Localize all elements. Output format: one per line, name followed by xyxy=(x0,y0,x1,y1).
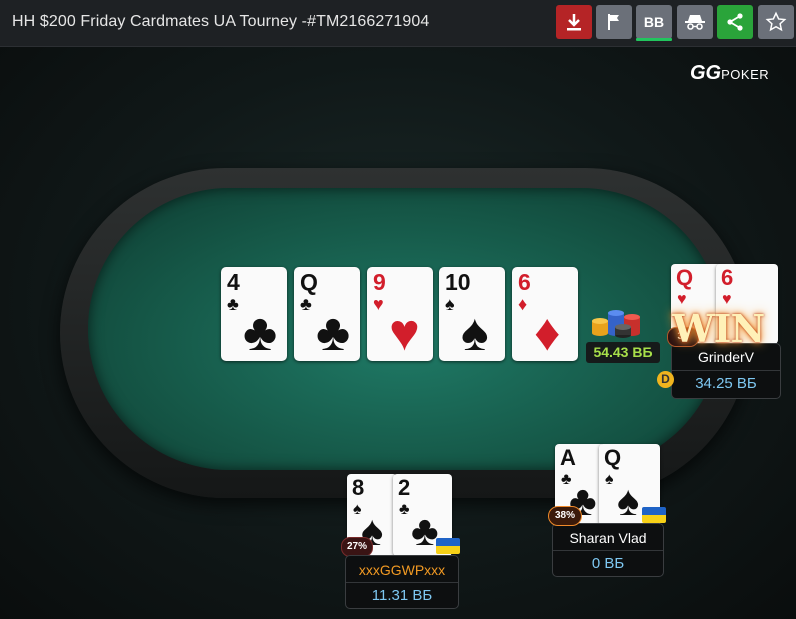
diamond-icon: ♦ xyxy=(518,294,528,314)
player-stack: 0 ВБ xyxy=(591,555,625,572)
dealer-button: D xyxy=(657,371,674,388)
share-icon xyxy=(725,12,745,32)
tournament-title: HH $200 Friday Cardmates UA Tourney -#TM… xyxy=(12,13,430,30)
player-name: GrinderV xyxy=(697,349,755,365)
player-name: Sharan Vlad xyxy=(569,530,647,546)
divider xyxy=(553,550,663,551)
divider xyxy=(346,582,458,583)
star-icon xyxy=(765,11,787,33)
divider xyxy=(672,370,780,371)
club-icon: ♣ xyxy=(243,304,278,362)
pot-amount: 54.43 ВБ xyxy=(586,342,660,363)
header-bar: HH $200 Friday Cardmates UA Tourney -#TM… xyxy=(0,0,796,47)
bb-toggle-button[interactable]: BB xyxy=(636,5,672,39)
spade-icon: ♠ xyxy=(617,477,640,524)
diamond-icon: ♦ xyxy=(534,304,561,362)
logo-mark: GG xyxy=(690,62,722,84)
ukraine-flag-icon xyxy=(436,538,460,554)
bb-active-indicator xyxy=(636,38,672,41)
ukraine-flag-icon xyxy=(642,507,666,523)
board-card-3: 9 ♥ ♥ xyxy=(367,267,433,361)
club-icon: ♣ xyxy=(411,507,439,554)
logo-text: POKER xyxy=(721,67,770,82)
spade-icon: ♠ xyxy=(605,471,614,488)
card-rank: 6 xyxy=(518,269,531,295)
card-rank: 6 xyxy=(721,265,734,290)
card-rank: Q xyxy=(300,269,318,295)
player-name: xxxGGWPxxx xyxy=(358,562,446,578)
spade-icon: ♠ xyxy=(461,304,489,362)
report-button[interactable] xyxy=(596,5,632,39)
incognito-button[interactable] xyxy=(677,5,713,39)
card-rank: 8 xyxy=(352,475,365,500)
download-button[interactable] xyxy=(556,5,592,39)
card-rank: 2 xyxy=(398,475,411,500)
club-icon: ♣ xyxy=(316,304,351,362)
share-button[interactable] xyxy=(717,5,753,39)
equity-badge: 38% xyxy=(548,506,582,526)
favorite-button[interactable] xyxy=(758,5,794,39)
club-icon: ♣ xyxy=(399,501,410,518)
sharan-nameplate: Sharan Vlad 0 ВБ xyxy=(552,523,664,577)
heart-icon: ♥ xyxy=(373,294,384,314)
card-rank: Q xyxy=(676,265,694,290)
club-icon: ♣ xyxy=(227,294,239,314)
win-banner: WIN xyxy=(672,306,765,351)
card-rank: Q xyxy=(604,445,622,470)
player-stack: 11.31 ВБ xyxy=(371,587,433,604)
ggpoker-logo: GGPOKER xyxy=(690,62,769,85)
board-card-2: Q ♣ ♣ xyxy=(294,267,360,361)
player-stack: 34.25 ВБ xyxy=(695,375,757,392)
download-icon xyxy=(564,12,584,32)
card-rank: 4 xyxy=(227,269,240,295)
equity-badge: 27% xyxy=(341,537,373,557)
club-icon: ♣ xyxy=(300,294,312,314)
grinderv-nameplate: GrinderV 34.25 ВБ xyxy=(671,343,781,399)
bb-label: BB xyxy=(643,14,665,30)
card-rank: A xyxy=(560,445,576,470)
board-card-1: 4 ♣ ♣ xyxy=(221,267,287,361)
pot-chips-icon xyxy=(590,303,648,339)
card-rank: 10 xyxy=(445,269,471,295)
board-card-4: 10 ♠ ♠ xyxy=(439,267,505,361)
spade-icon: ♠ xyxy=(445,294,455,314)
flag-icon xyxy=(605,12,623,32)
incognito-icon xyxy=(684,13,706,31)
heart-icon: ♥ xyxy=(389,304,420,362)
board-card-5: 6 ♦ ♦ xyxy=(512,267,578,361)
hero-nameplate: xxxGGWPxxx 11.31 ВБ xyxy=(345,555,459,609)
card-rank: 9 xyxy=(373,269,386,295)
